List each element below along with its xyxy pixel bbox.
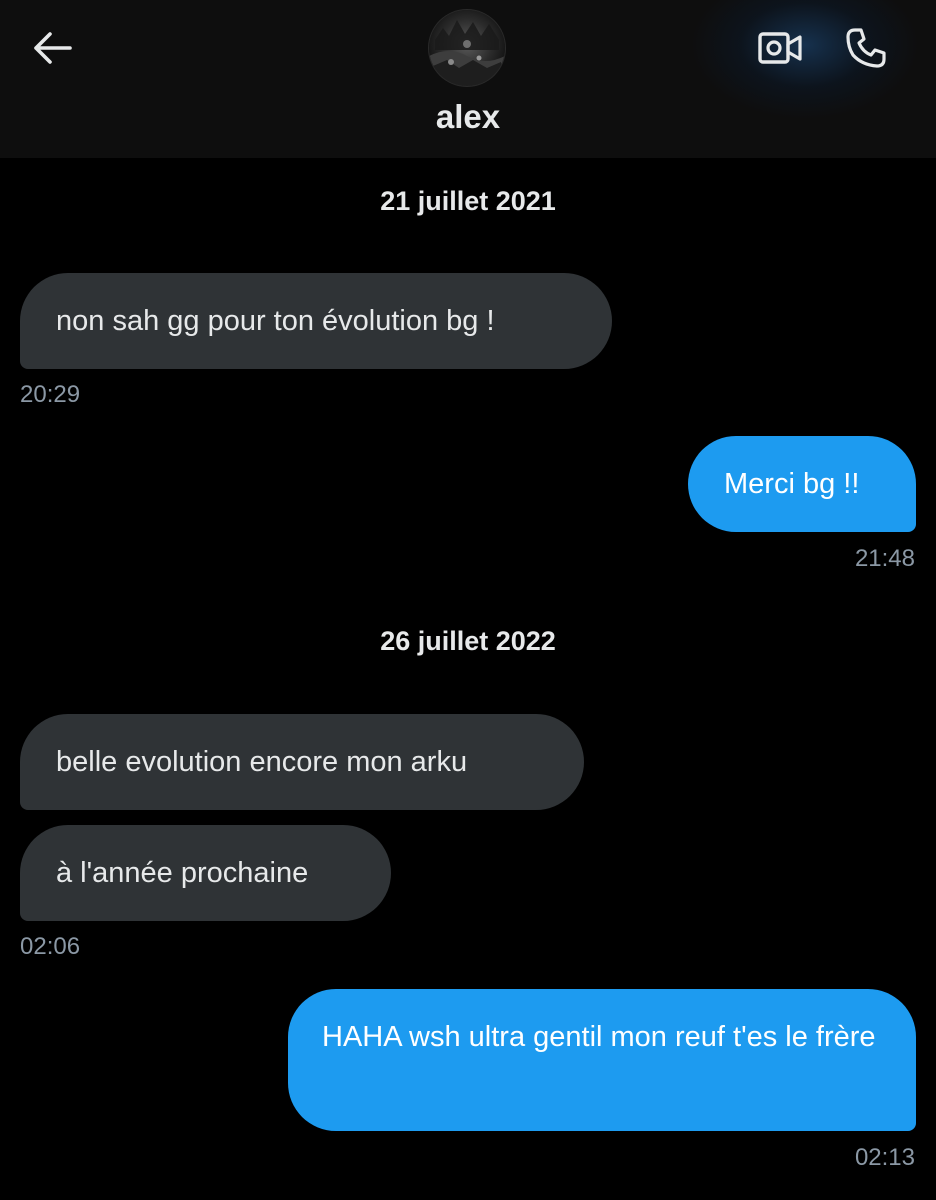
message-bubble-outgoing[interactable]: Merci bg !! [688, 436, 916, 532]
message-bubble-incoming[interactable]: belle evolution encore mon arku [20, 714, 584, 810]
date-separator: 26 juillet 2022 [380, 626, 556, 656]
message-timestamp: 21:48 [854, 545, 915, 572]
video-call-button[interactable] [752, 22, 808, 78]
message-bubble-outgoing[interactable]: HAHA wsh ultra gentil mon reuf t'es le f… [288, 989, 916, 1131]
phone-icon [845, 27, 887, 74]
message-bubble-incoming[interactable]: à l'année prochaine [20, 825, 391, 921]
call-button[interactable] [838, 22, 894, 78]
contact-name[interactable]: alex [0, 98, 936, 136]
date-separator: 21 juillet 2021 [380, 186, 556, 216]
message-timestamp: 20:29 [20, 381, 81, 408]
back-button[interactable] [24, 22, 80, 78]
message-timestamp: 02:13 [854, 1144, 915, 1171]
video-camera-icon [757, 30, 803, 71]
arrow-left-icon [32, 31, 72, 70]
conversation-header: alex [0, 0, 936, 158]
avatar[interactable] [429, 10, 505, 86]
message-timestamp: 02:06 [20, 933, 81, 960]
message-bubble-incoming[interactable]: non sah gg pour ton évolution bg ! [20, 273, 612, 369]
